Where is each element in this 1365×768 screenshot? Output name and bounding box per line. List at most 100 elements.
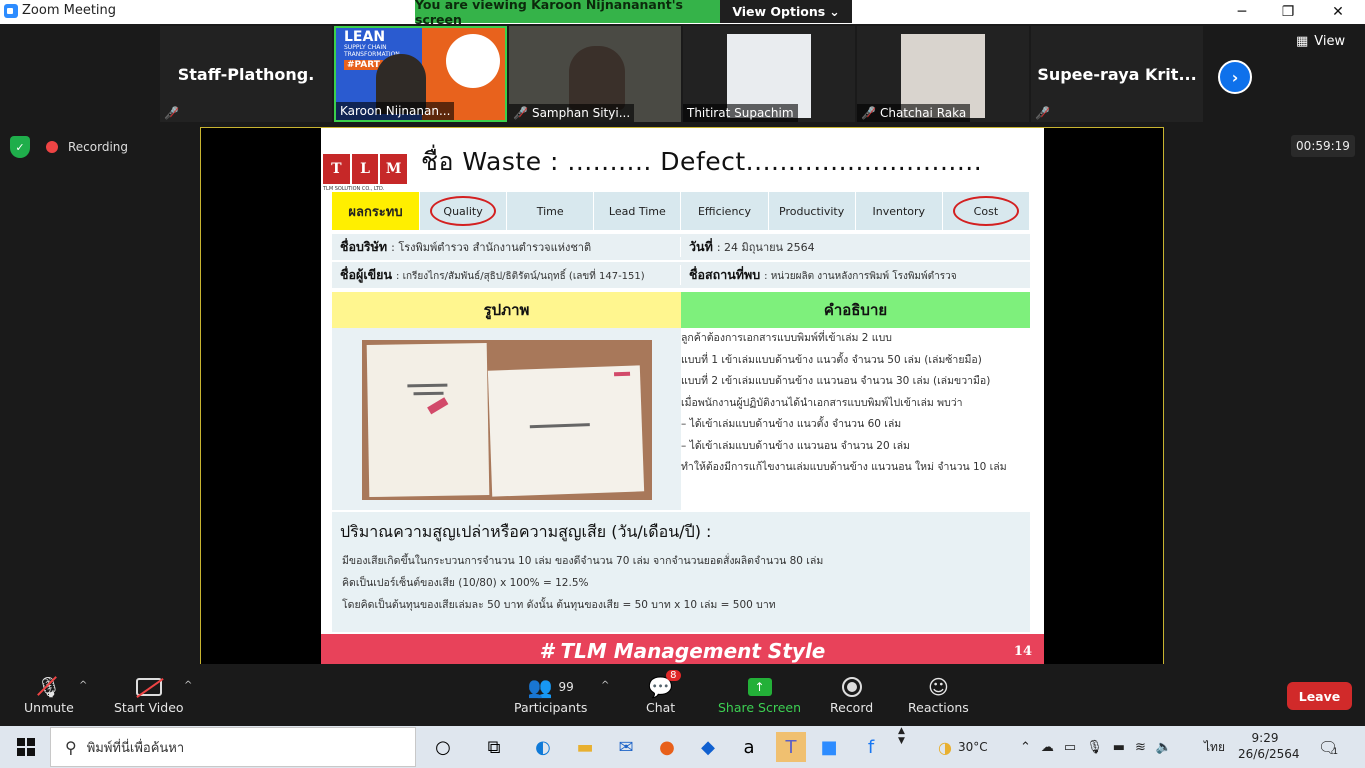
tray-scroll[interactable]: ▲ ▼ (898, 726, 905, 768)
info-row-author: ชื่อผู้เขียน: เกรียงไกร/สัมพันธ์/สุธิป/ธ… (332, 262, 1030, 288)
author-value: : เกรียงไกร/สัมพันธ์/สุธิป/ธิติรัตน์/นฤท… (396, 271, 645, 282)
description-header: คำอธิบาย (681, 292, 1030, 328)
language-indicator[interactable]: ไทย (1204, 726, 1225, 768)
location-value: : หน่วยผลิต งานหลังการพิมพ์ โรงพิมพ์ตำรว… (764, 271, 957, 282)
firefox-icon[interactable]: ● (652, 732, 682, 762)
participant-tile-active[interactable]: LEAN SUPPLY CHAIN TRANSFORMATION #PART K… (334, 26, 507, 122)
shield-icon: ✓ (10, 136, 30, 158)
participants-label: Participants (514, 700, 588, 715)
slide-footer: # TLM Management Style (321, 634, 1044, 667)
participant-name: 🎤̸ Chatchai Raka (857, 104, 971, 122)
notification-count: 1 (1332, 747, 1339, 757)
clock[interactable]: 9:29 26/6/2564 (1238, 730, 1300, 762)
participant-name-large: Supee-raya Krit... (1037, 64, 1197, 84)
participant-name-large: Staff-Plathong. (177, 64, 315, 84)
chat-button[interactable]: 💬 8 Chat (646, 670, 681, 715)
unmute-button[interactable]: 🎙 Unmute (24, 674, 74, 715)
chevron-up-icon: ⌃ (1020, 739, 1031, 755)
participant-tile[interactable]: Supee-raya Krit... 🎤̸ (1031, 26, 1203, 122)
picture-header: รูปภาพ (332, 292, 681, 328)
mail-icon[interactable]: ✉ (611, 732, 641, 762)
start-button[interactable] (6, 726, 46, 768)
weather-icon: ◑ (938, 737, 952, 757)
recording-indicator[interactable]: ✓ Recording (10, 136, 128, 158)
meeting-timer: 00:59:19 (1291, 135, 1355, 157)
app-title-area: Zoom Meeting (4, 3, 116, 18)
weather-temp: 30°C (957, 740, 988, 754)
loss-line: คิดเป็นเปอร์เซ็นต์ของเสีย (10/80) x 100%… (342, 577, 589, 589)
notifications-icon[interactable]: 🗨 1 (1318, 726, 1338, 768)
edge-icon[interactable]: ◐ (528, 732, 558, 762)
teams-icon[interactable]: T (776, 732, 806, 762)
video-options-caret[interactable]: ^ (184, 680, 192, 691)
share-screen-button[interactable]: ↑ Share Screen (718, 674, 801, 715)
impact-productivity: Productivity (769, 192, 856, 230)
battery-icon: ▬ (1112, 739, 1126, 755)
record-label: Record (830, 700, 874, 715)
file-explorer-icon[interactable]: ▬ (570, 732, 600, 762)
participant-status: 🎤̸ (1031, 104, 1054, 122)
impact-time: Time (507, 192, 595, 230)
red-circle-mark (430, 196, 497, 226)
chevron-right-icon: › (1231, 67, 1239, 87)
view-label: View (1314, 34, 1346, 49)
participant-name: Karoon Nijnanan... (336, 102, 455, 120)
logo-letter: L (351, 154, 379, 184)
participants-button[interactable]: 👥 99 Participants (514, 674, 587, 715)
desc-line: – ได้เข้าเล่มแบบด้านข้าง แนวนอน จำนวน 20… (681, 439, 910, 452)
impact-lead-time: Lead Time (594, 192, 682, 230)
booklet-horizontal (487, 365, 645, 497)
logo-letter: T (323, 154, 350, 184)
participant-tile[interactable]: Staff-Plathong. 🎤̸ (160, 26, 332, 122)
reactions-button[interactable]: ☺ Reactions (908, 674, 969, 715)
facebook-icon[interactable]: f (856, 732, 886, 762)
clock-time: 9:29 (1251, 731, 1279, 745)
close-button[interactable]: ✕ (1315, 0, 1361, 24)
view-options-label: View Options (732, 4, 826, 19)
desc-line: – ได้เข้าเล่มแบบด้านข้าง แนวตั้ง จำนวน 6… (681, 418, 902, 430)
zoom-taskbar-icon[interactable]: ■ (814, 732, 844, 762)
system-tray-icons[interactable]: ⌃ ☁ ▭ 🎙 ▬ ≋ 🔈 (1020, 726, 1172, 768)
wifi-icon: ≋ (1135, 739, 1146, 755)
logo-letter: M (380, 154, 408, 184)
info-row-company: ชื่อบริษัท: โรงพิมพ์ตำรวจ สำนักงานตำรวจแ… (332, 234, 1030, 260)
mic-muted-icon: 🎙 (36, 675, 62, 699)
taskbar-search[interactable]: ⚲ พิมพ์ที่นี่เพื่อค้นหา (50, 727, 416, 767)
chat-icon: 💬 8 (648, 670, 681, 700)
screen-share-banner: You are viewing Karoon Nijnananant's scr… (415, 0, 852, 27)
amazon-icon[interactable]: a (734, 732, 764, 762)
mic-muted-icon: 🎤̸ (1035, 106, 1050, 120)
participant-tile[interactable]: 🎤̸ Chatchai Raka (857, 26, 1029, 122)
start-video-label: Start Video (114, 700, 184, 715)
audio-options-caret[interactable]: ^ (79, 680, 87, 691)
leave-button[interactable]: Leave (1287, 682, 1352, 710)
red-circle-mark (952, 196, 1019, 226)
desc-line: แบบที่ 2 เข้าเล่มแบบด้านข้าง แนวนอน จำนว… (681, 375, 991, 387)
minimize-button[interactable]: ─ (1219, 0, 1265, 24)
start-video-button[interactable]: Start Video (114, 674, 184, 715)
device-icon: ▭ (1063, 739, 1077, 755)
task-view-icon[interactable]: ⧉ (479, 732, 509, 762)
view-options-button[interactable]: View Options ⌄ (720, 0, 852, 23)
desc-line: ลูกค้าต้องการเอกสารแบบพิมพ์ที่เข้าเล่ม 2… (681, 332, 892, 344)
date-label: วันที่ (689, 239, 713, 254)
loss-title: ปริมาณความสูญเปล่าหรือความสูญเสีย (วัน/เ… (340, 522, 712, 541)
weather-widget[interactable]: ◑ 30°C (938, 726, 988, 768)
shared-screen: T L M TLM SOLUTION CO., LTD. ชื่อ Waste … (200, 127, 1164, 668)
next-page-button[interactable]: › (1218, 60, 1252, 94)
impact-cost: Cost (943, 192, 1030, 230)
slide-title: ชื่อ Waste : .......... Defect..........… (421, 147, 983, 176)
view-button[interactable]: ▦ View (1296, 34, 1345, 49)
participant-tile[interactable]: 🎤̸ Samphan Sityi... (509, 26, 681, 122)
participant-tile[interactable]: Thitirat Supachim (683, 26, 855, 122)
video-off-icon (135, 674, 164, 700)
presentation-slide: T L M TLM SOLUTION CO., LTD. ชื่อ Waste … (321, 128, 1044, 667)
dropbox-icon[interactable]: ◆ (693, 732, 723, 762)
maximize-button[interactable]: ❐ (1265, 0, 1311, 24)
company-label: ชื่อบริษัท (340, 239, 388, 254)
company-value: : โรงพิมพ์ตำรวจ สำนักงานตำรวจแห่งชาติ (391, 241, 592, 254)
record-button[interactable]: Record (830, 674, 873, 715)
participants-caret[interactable]: ^ (601, 680, 609, 691)
cortana-icon[interactable]: ○ (428, 732, 458, 762)
participants-icon: 👥 99 (527, 675, 574, 699)
